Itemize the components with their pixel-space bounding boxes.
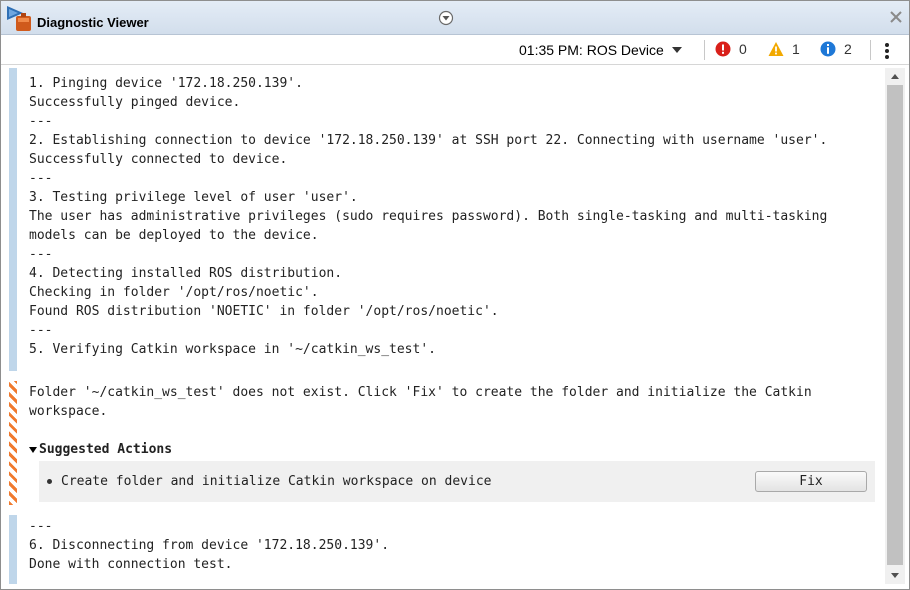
log-line: ---: [29, 323, 53, 338]
vertical-scrollbar[interactable]: [885, 68, 905, 584]
warning-bar: [9, 381, 17, 505]
log-block-steps-1-5: 1. Pinging device '172.18.250.139'. Succe…: [29, 74, 879, 359]
window-title: Diagnostic Viewer: [37, 15, 149, 30]
suggested-action-row: Create folder and initialize Catkin work…: [39, 461, 875, 502]
more-options-icon[interactable]: [880, 41, 894, 61]
log-line: 5. Verifying Catkin workspace in '~/catk…: [29, 342, 436, 357]
log-line: The user has administrative privileges (…: [29, 209, 828, 224]
warning-message: Folder '~/catkin_ws_test' does not exist…: [29, 383, 879, 421]
log-line: 3. Testing privilege level of user 'user…: [29, 190, 358, 205]
session-dropdown[interactable]: 01:35 PM: ROS Device: [519, 42, 682, 58]
info-bar: [9, 68, 17, 371]
toolbar-separator: [704, 40, 705, 60]
diagnostic-viewer-window: Diagnostic Viewer 01:35 PM: ROS Device 0: [0, 0, 910, 590]
error-icon: [715, 41, 731, 57]
info-count-button[interactable]: 2: [820, 41, 852, 57]
toolbar: 01:35 PM: ROS Device 0 1 2: [1, 36, 909, 65]
log-line: 6. Disconnecting from device '172.18.250…: [29, 538, 390, 553]
bullet-icon: [47, 479, 52, 484]
warning-count: 1: [792, 41, 800, 57]
error-count-button[interactable]: 0: [715, 41, 747, 57]
info-icon: [820, 41, 836, 57]
log-block-step-6: --- 6. Disconnecting from device '172.18.…: [29, 517, 879, 574]
toolbar-separator: [870, 40, 871, 60]
suggested-actions-toggle[interactable]: Suggested Actions: [29, 440, 172, 459]
log-line: workspace.: [29, 404, 108, 419]
log-line: Folder '~/catkin_ws_test' does not exist…: [29, 385, 812, 400]
chevron-down-icon: [671, 47, 682, 53]
close-icon[interactable]: [888, 9, 904, 25]
warning-icon: [768, 42, 784, 56]
log-line: Successfully connected to device.: [29, 152, 288, 167]
collapse-toolstrip-icon[interactable]: [438, 10, 454, 26]
log-line: Done with connection test.: [29, 557, 233, 572]
diagnostic-log: 1. Pinging device '172.18.250.139'. Succe…: [9, 68, 885, 584]
info-count: 2: [844, 41, 852, 57]
log-line: ---: [29, 519, 53, 534]
log-line: ---: [29, 114, 53, 129]
title-bar: Diagnostic Viewer: [1, 1, 909, 35]
log-line: 4. Detecting installed ROS distribution.: [29, 266, 343, 281]
log-line: models can be deployed to the device.: [29, 228, 319, 243]
fix-button[interactable]: Fix: [755, 471, 867, 492]
scroll-down-arrow-icon[interactable]: [885, 568, 905, 584]
app-icon: [7, 6, 31, 31]
log-line: Checking in folder '/opt/ros/noetic'.: [29, 285, 319, 300]
log-line: 2. Establishing connection to device '17…: [29, 133, 828, 148]
error-count: 0: [739, 41, 747, 57]
log-line: ---: [29, 247, 53, 262]
triangle-down-icon: [29, 446, 37, 453]
suggested-actions-title: Suggested Actions: [39, 442, 173, 457]
session-label: 01:35 PM: ROS Device: [519, 42, 664, 58]
info-bar: [9, 515, 17, 584]
suggested-action-text: Create folder and initialize Catkin work…: [61, 474, 492, 489]
log-line: Found ROS distribution 'NOETIC' in folde…: [29, 304, 499, 319]
log-line: 1. Pinging device '172.18.250.139'.: [29, 76, 303, 91]
scrollbar-thumb[interactable]: [887, 85, 903, 565]
log-line: Successfully pinged device.: [29, 95, 241, 110]
warning-count-button[interactable]: 1: [768, 41, 800, 57]
log-line: ---: [29, 171, 53, 186]
scroll-up-arrow-icon[interactable]: [885, 68, 905, 84]
